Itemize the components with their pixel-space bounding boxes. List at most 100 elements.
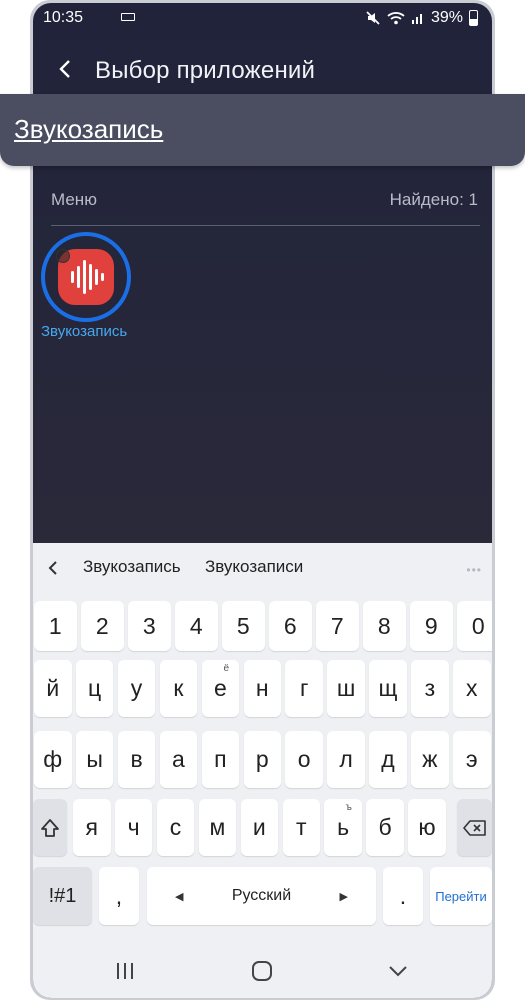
key-и-label: и (252, 814, 266, 840)
symbols-key[interactable]: !#1 (33, 867, 92, 925)
home-icon (252, 960, 272, 981)
key-3[interactable]: 3 (128, 601, 171, 651)
key-н[interactable]: н (243, 660, 281, 717)
key-7[interactable]: 7 (316, 601, 359, 651)
key-л[interactable]: л (327, 731, 365, 788)
key-в[interactable]: в (117, 731, 156, 788)
app-result-item[interactable]: Звукозапись (41, 232, 141, 342)
key-6-label: 6 (283, 612, 297, 639)
key-п-label: п (214, 746, 227, 772)
key-э[interactable]: э (453, 731, 491, 788)
battery-percent: 39% (430, 9, 463, 26)
back-nav-button[interactable] (368, 943, 428, 998)
shift-key[interactable] (33, 799, 67, 856)
key-6[interactable]: 6 (269, 601, 312, 651)
key-ч[interactable]: ч (114, 799, 153, 856)
key-5-label: 5 (236, 612, 250, 639)
touch-indicator (56, 249, 70, 263)
suggestion-1[interactable]: Звукозапись (83, 557, 181, 577)
key-т[interactable]: т (282, 799, 320, 856)
key-к-label: к (173, 675, 184, 701)
more-options-icon[interactable]: ••• (466, 563, 482, 577)
back-button[interactable] (49, 53, 81, 85)
key-б[interactable]: б (366, 799, 404, 856)
go-key[interactable]: Перейти (430, 867, 492, 925)
key-7-label: 7 (330, 612, 344, 639)
key-о[interactable]: о (285, 731, 323, 788)
key-е-label: е (213, 675, 227, 701)
key-ш[interactable]: ш (327, 660, 365, 717)
key-о-label: о (297, 746, 311, 772)
period-key-label: . (399, 882, 407, 909)
shift-icon (41, 818, 59, 837)
key-ь[interactable]: ьъ (324, 799, 362, 856)
key-0-label: 0 (471, 612, 485, 639)
key-г[interactable]: г (285, 660, 323, 717)
key-9[interactable]: 9 (410, 601, 453, 651)
suggestion-bar: Звукозапись Звукозаписи ••• (33, 543, 492, 593)
wifi-icon (387, 11, 405, 25)
key-8[interactable]: 8 (363, 601, 406, 651)
comma-key[interactable]: , (99, 867, 139, 925)
key-и[interactable]: и (240, 799, 279, 856)
key-ф[interactable]: ф (34, 731, 72, 788)
key-э-label: э (465, 746, 478, 772)
key-ч-label: ч (127, 814, 140, 840)
chevron-left-icon (48, 561, 57, 575)
key-ф-label: ф (43, 746, 63, 772)
recent-apps-icon (117, 962, 133, 979)
results-count: Найдено: 1 (389, 190, 478, 209)
key-х[interactable]: х (453, 660, 491, 717)
key-з-label: з (424, 675, 436, 701)
key-щ[interactable]: щ (369, 660, 407, 717)
key-с-label: с (169, 814, 182, 840)
key-у[interactable]: у (117, 660, 156, 717)
key-8-label: 8 (377, 612, 391, 639)
home-button[interactable] (232, 943, 292, 998)
key-я-label: я (85, 814, 98, 840)
key-п[interactable]: п (201, 731, 240, 788)
key-а[interactable]: а (159, 731, 198, 788)
key-9-label: 9 (424, 612, 438, 639)
key-р[interactable]: р (243, 731, 281, 788)
key-4[interactable]: 4 (175, 601, 218, 651)
key-д[interactable]: д (369, 731, 407, 788)
key-ж[interactable]: ж (411, 731, 449, 788)
key-ш-label: ш (336, 675, 356, 701)
key-0[interactable]: 0 (457, 601, 492, 651)
suggestion-2[interactable]: Звукозаписи (205, 557, 303, 577)
key-л-label: л (339, 746, 353, 772)
app-result-label: Звукозапись (41, 323, 128, 340)
space-key[interactable]: ◀ Русский ▶ (147, 867, 376, 925)
key-й[interactable]: й (34, 660, 72, 717)
key-ц[interactable]: ц (75, 660, 114, 717)
key-б-label: б (378, 814, 392, 840)
period-key[interactable]: . (383, 867, 423, 925)
key-к[interactable]: к (159, 660, 198, 717)
status-icons: 39% (365, 9, 478, 27)
key-я[interactable]: я (73, 799, 111, 856)
suggestion-collapse-button[interactable] (43, 558, 63, 578)
key-р-label: р (255, 746, 269, 772)
backspace-key[interactable] (457, 799, 492, 856)
key-й-label: й (46, 675, 60, 701)
key-с[interactable]: с (156, 799, 195, 856)
key-ь-alt-char: ъ (345, 802, 352, 813)
tooltip-text: Звукозапись (14, 114, 164, 144)
key-е[interactable]: её (201, 660, 240, 717)
chevron-left-icon (59, 60, 70, 78)
page-title: Выбор приложений (95, 57, 316, 84)
key-5[interactable]: 5 (222, 601, 265, 651)
key-щ-label: щ (378, 675, 398, 701)
key-ю-label: ю (418, 814, 436, 840)
key-ю[interactable]: ю (408, 799, 446, 856)
recent-apps-button[interactable] (95, 943, 155, 998)
key-м[interactable]: м (198, 799, 237, 856)
key-2[interactable]: 2 (81, 601, 124, 651)
key-1[interactable]: 1 (34, 601, 77, 651)
key-а-label: а (172, 746, 185, 772)
key-з[interactable]: з (411, 660, 449, 717)
key-ы[interactable]: ы (75, 731, 114, 788)
app-name-tooltip: Звукозапись (0, 94, 525, 166)
navigation-bar (33, 943, 492, 998)
